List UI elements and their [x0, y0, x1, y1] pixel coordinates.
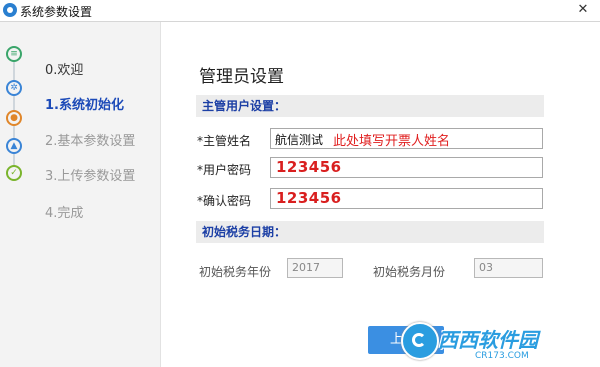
- window-title: 系统参数设置: [20, 5, 93, 19]
- watermark-brand: 西西软件园: [438, 328, 538, 352]
- doc-icon: ≡: [6, 46, 22, 62]
- tax-month-label: 初始税务月份: [373, 265, 446, 279]
- system-settings-window: 系统参数设置 ✕ ≡ ✲ ● ▲ ✓ 0.欢迎 1.系统初始化 2.基本参数设置…: [0, 0, 600, 367]
- step-upload-params[interactable]: 3.上传参数设置: [45, 165, 135, 184]
- name-hint: 此处填写开票人姓名: [333, 134, 451, 149]
- wizard-sidebar: ≡ ✲ ● ▲ ✓ 0.欢迎 1.系统初始化 2.基本参数设置 3.上传参数设置…: [0, 22, 161, 367]
- tax-month-field[interactable]: 03: [474, 258, 543, 278]
- name-field[interactable]: 航信测试 此处填写开票人姓名: [270, 128, 543, 149]
- user-icon: ●: [6, 110, 22, 126]
- step-welcome[interactable]: 0.欢迎: [45, 59, 83, 78]
- watermark-logo-icon: [401, 322, 439, 360]
- name-label: *主管姓名: [197, 134, 252, 148]
- step-basic-params[interactable]: 2.基本参数设置: [45, 130, 135, 149]
- app-icon: [3, 3, 17, 17]
- watermark-url: CR173.COM: [475, 351, 529, 361]
- page-title: 管理员设置: [199, 67, 284, 87]
- title-bar: 系统参数设置 ✕: [0, 0, 600, 22]
- confirm-password-field[interactable]: 123456: [270, 188, 543, 209]
- tax-year-field[interactable]: 2017: [287, 258, 343, 278]
- password-field[interactable]: 123456: [270, 157, 543, 178]
- password-value: 123456: [276, 158, 342, 176]
- name-value: 航信测试: [275, 133, 324, 147]
- gear-icon: ✲: [6, 80, 22, 96]
- step-system-init[interactable]: 1.系统初始化: [45, 94, 124, 113]
- confirm-password-value: 123456: [276, 189, 342, 207]
- upload-icon: ▲: [6, 138, 22, 154]
- main-panel: 管理员设置 主管用户设置： *主管姓名 航信测试 此处填写开票人姓名 *用户密码…: [161, 22, 600, 367]
- check-icon: ✓: [6, 165, 22, 181]
- step-finish[interactable]: 4.完成: [45, 202, 83, 221]
- tax-year-label: 初始税务年份: [199, 265, 272, 279]
- section-admin-user: 主管用户设置：: [196, 95, 544, 117]
- confirm-password-label: *确认密码: [197, 194, 252, 208]
- section-tax-date: 初始税务日期：: [196, 221, 544, 243]
- password-label: *用户密码: [197, 163, 252, 177]
- close-button[interactable]: ✕: [574, 1, 592, 19]
